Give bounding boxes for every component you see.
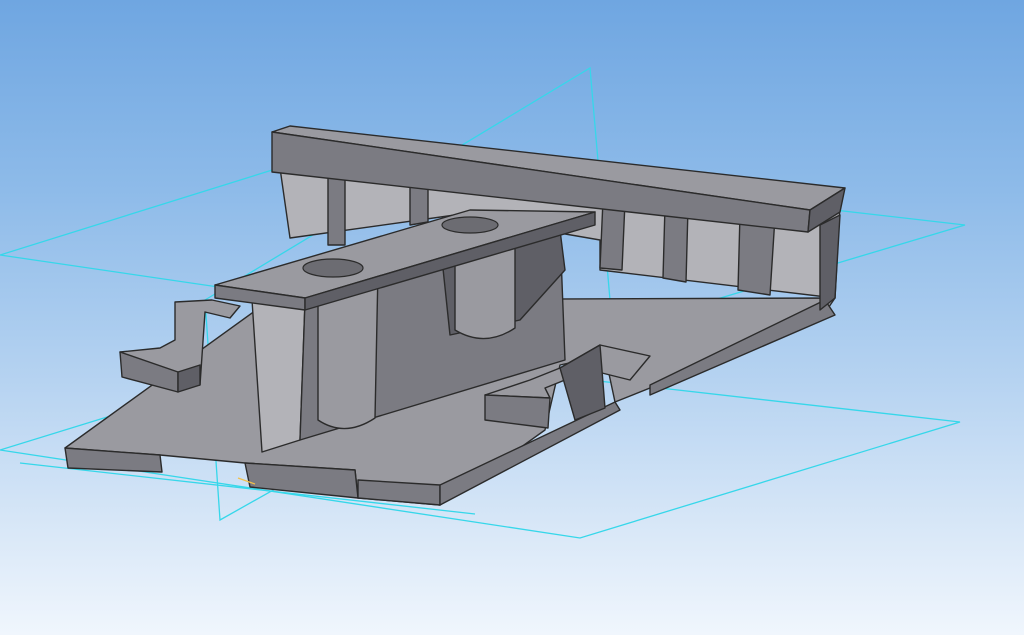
mounting-hole-rear[interactable] <box>441 216 499 234</box>
wall-right-end[interactable] <box>819 214 841 311</box>
base-plate-front-face-3[interactable] <box>357 479 441 506</box>
cad-viewport[interactable] <box>0 0 1024 635</box>
support-left-face[interactable] <box>251 299 306 453</box>
mounting-hole-front[interactable] <box>302 258 364 278</box>
model-scene[interactable] <box>0 0 1024 635</box>
wall-rib-1[interactable] <box>327 174 346 246</box>
